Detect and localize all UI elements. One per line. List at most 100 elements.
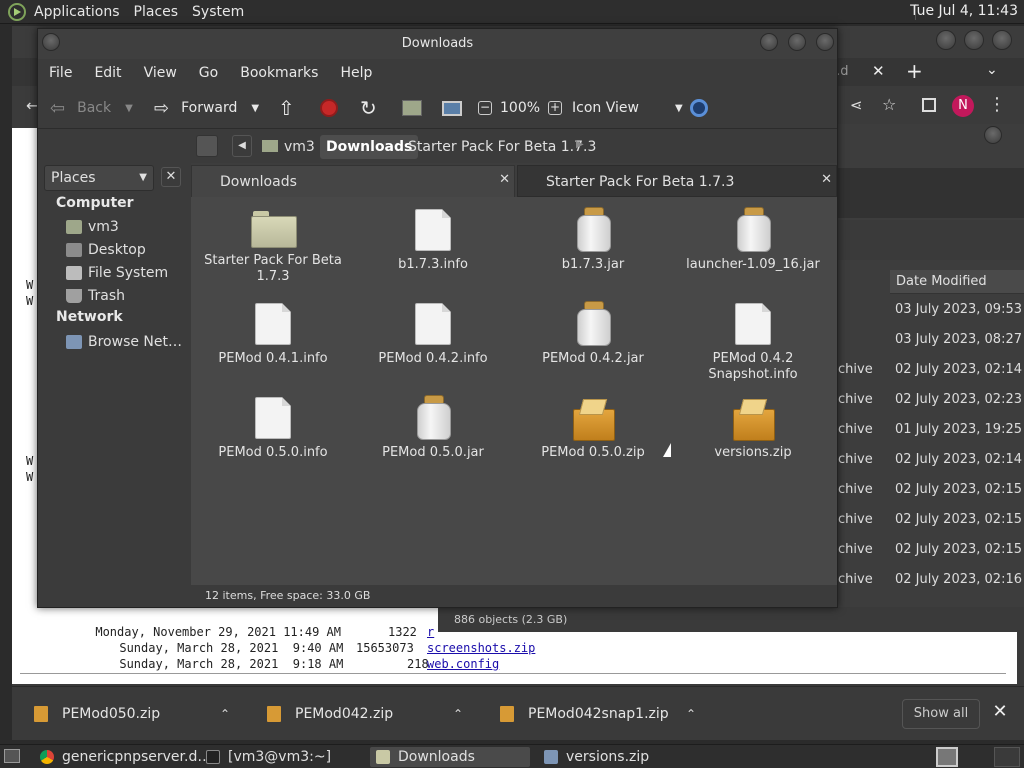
sidebar-selector[interactable]: Places ▼	[44, 165, 154, 191]
file-item[interactable]: PEMod 0.5.0.info	[193, 397, 353, 461]
edit-location-icon[interactable]	[196, 135, 218, 157]
task-browser[interactable]: genericpnpserver.d…	[34, 747, 217, 767]
file-item[interactable]: versions.zip	[673, 399, 833, 461]
gnome-logo-icon[interactable]	[8, 2, 26, 21]
menu-applications[interactable]: Applications	[34, 4, 120, 20]
menu-system[interactable]: System	[192, 4, 244, 20]
close-icon[interactable]	[992, 30, 1012, 50]
listing-link[interactable]: web.config	[427, 657, 499, 671]
menu-file[interactable]: File	[38, 65, 83, 81]
task-terminal[interactable]: [vm3@vm3:~]	[200, 747, 337, 767]
table-row[interactable]: chive 02 July 2023, 02:16	[838, 564, 1024, 594]
file-item[interactable]: b1.7.3.jar	[513, 207, 673, 273]
home-button[interactable]	[402, 87, 422, 129]
menu-view[interactable]: View	[133, 65, 188, 81]
download-item[interactable]: PEMod042snap1.zip ⌃	[500, 701, 710, 727]
share-icon[interactable]: ⋖	[850, 96, 863, 114]
listing-link[interactable]: r	[427, 625, 434, 639]
tab-starter-pack[interactable]: Starter Pack For Beta 1.7.3 ✕	[517, 165, 837, 197]
listing-link[interactable]: screenshots.zip	[427, 641, 535, 655]
file-item[interactable]: launcher-1.09_16.jar	[673, 207, 833, 273]
close-icon[interactable]: ✕	[990, 701, 1010, 725]
download-item[interactable]: PEMod042.zip ⌃	[267, 701, 477, 727]
search-button[interactable]	[690, 87, 708, 129]
sidebar-item-trash[interactable]: Trash	[66, 286, 125, 306]
table-row[interactable]: chive 02 July 2023, 02:15	[838, 534, 1024, 564]
kebab-menu-icon[interactable]: ⋮	[988, 94, 1006, 115]
chevron-up-icon[interactable]: ⌃	[453, 707, 463, 721]
menu-edit[interactable]: Edit	[83, 65, 132, 81]
forward-button[interactable]: ⇨ Forward ▼	[154, 87, 259, 129]
breadcrumb-left-icon[interactable]: ◀	[232, 135, 252, 157]
sidebar-item-vm3[interactable]: vm3	[66, 217, 119, 237]
show-desktop-icon[interactable]	[4, 749, 20, 763]
menu-bookmarks[interactable]: Bookmarks	[229, 65, 329, 81]
table-row[interactable]: chive 01 July 2023, 19:25	[838, 414, 1024, 444]
menu-go[interactable]: Go	[188, 65, 229, 81]
view-mode-select[interactable]: Icon View ▼	[572, 87, 683, 129]
task-versions-zip[interactable]: versions.zip	[538, 747, 655, 767]
text-file-icon	[735, 303, 771, 345]
breadcrumb-vm3[interactable]: vm3	[256, 135, 321, 159]
chevron-up-icon[interactable]: ⌃	[686, 707, 696, 721]
reload-icon[interactable]: ↻	[360, 87, 377, 129]
file-item[interactable]: b1.7.3.info	[353, 209, 513, 273]
avatar[interactable]: N	[952, 95, 974, 117]
new-tab-icon[interactable]: +	[906, 59, 923, 83]
table-row[interactable]: chive 02 July 2023, 02:14	[838, 444, 1024, 474]
table-row[interactable]: 03 July 2023, 08:27	[838, 324, 1024, 354]
up-arrow-icon[interactable]: ⇧	[278, 87, 295, 129]
table-row[interactable]: chive 02 July 2023, 02:15	[838, 474, 1024, 504]
table-row[interactable]: chive 02 July 2023, 02:15	[838, 504, 1024, 534]
computer-button[interactable]	[442, 87, 462, 129]
minimize-icon[interactable]	[760, 33, 778, 51]
download-item[interactable]: PEMod050.zip ⌃	[34, 701, 244, 727]
menu-help[interactable]: Help	[329, 65, 383, 81]
clock[interactable]: Tue Jul 4, 11:43	[910, 3, 1018, 19]
zoom-out-icon[interactable]: −	[478, 101, 492, 115]
file-item[interactable]: PEMod 0.5.0.jar	[353, 395, 513, 461]
sidebar-item-browse-network[interactable]: Browse Net…	[66, 332, 182, 352]
minimize-icon[interactable]	[984, 126, 1002, 144]
downloads-shelf: PEMod050.zip ⌃ PEMod042.zip ⌃ PEMod042sn…	[12, 686, 1024, 740]
star-icon[interactable]: ☆	[882, 95, 896, 114]
table-row[interactable]: chive 02 July 2023, 02:14	[838, 354, 1024, 384]
close-icon[interactable]	[816, 33, 834, 51]
sidebar-item-desktop[interactable]: Desktop	[66, 240, 146, 260]
window-menu-icon[interactable]	[42, 33, 60, 51]
tab-close-icon[interactable]: ✕	[872, 62, 885, 80]
file-item[interactable]: PEMod 0.5.0.zip	[513, 399, 673, 461]
file-item[interactable]: PEMod 0.4.2.jar	[513, 301, 673, 367]
table-row[interactable]: 03 July 2023, 09:53	[838, 294, 1024, 324]
sidepanel-icon[interactable]	[922, 98, 936, 112]
file-item[interactable]: PEMod 0.4.2.info	[353, 303, 513, 367]
tab-downloads[interactable]: Downloads ✕	[191, 165, 515, 197]
maximize-icon[interactable]	[788, 33, 806, 51]
menu-places[interactable]: Places	[134, 4, 179, 20]
tab-close-icon[interactable]: ✕	[821, 172, 832, 187]
file-item[interactable]: PEMod 0.4.2 Snapshot.info	[673, 303, 833, 383]
back-button[interactable]: ⇦ Back ▼	[50, 87, 133, 129]
chevron-up-icon[interactable]: ⌃	[220, 707, 230, 721]
show-all-button[interactable]: Show all	[902, 699, 980, 729]
tab-close-icon[interactable]: ✕	[499, 172, 510, 187]
file-item[interactable]: Starter Pack For Beta 1.7.3	[193, 209, 353, 285]
file-item[interactable]: PEMod 0.4.1.info	[193, 303, 353, 367]
breadcrumb-starter-pack[interactable]: Starter Pack For Beta 1.7.3	[402, 135, 602, 159]
sidebar-item-file-system[interactable]: File System	[66, 263, 168, 283]
workspace-switcher-icon[interactable]	[936, 747, 958, 767]
minimize-icon[interactable]	[936, 30, 956, 50]
breadcrumb-right-icon[interactable]: ▶	[576, 139, 584, 150]
zoom-control[interactable]: − 100% +	[478, 87, 563, 129]
task-downloads[interactable]: Downloads	[370, 747, 530, 767]
maximize-icon[interactable]	[964, 30, 984, 50]
stop-button[interactable]	[320, 87, 338, 129]
zoom-in-icon[interactable]: +	[548, 101, 563, 115]
chevron-down-icon[interactable]: ⌄	[986, 62, 998, 78]
trash-applet-icon[interactable]	[994, 747, 1020, 767]
home-folder-icon	[402, 100, 422, 116]
column-header-date[interactable]: Date Modified	[890, 270, 1024, 294]
sidebar-close-icon[interactable]: ✕	[161, 167, 181, 187]
table-row[interactable]: chive 02 July 2023, 02:23	[838, 384, 1024, 414]
window-titlebar[interactable]: Downloads	[38, 29, 837, 59]
